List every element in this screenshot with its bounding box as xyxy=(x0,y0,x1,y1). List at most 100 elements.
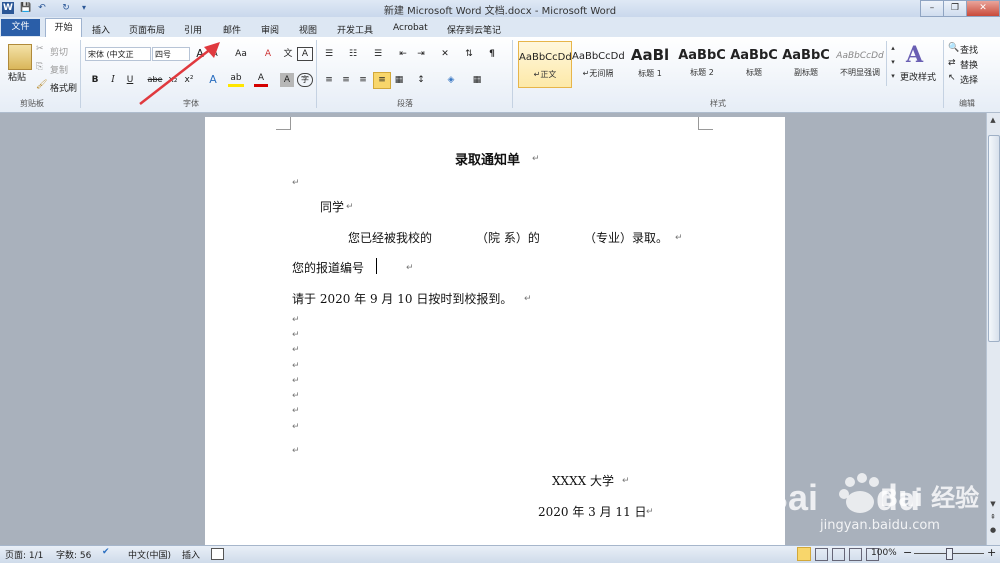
char-shading-button[interactable]: A xyxy=(280,73,294,87)
distributed-icon[interactable]: ▦ xyxy=(392,73,406,87)
format-painter-button[interactable]: 格式刷 xyxy=(50,81,77,94)
para-mark: ↵ xyxy=(675,233,683,243)
page-count[interactable]: 页面: 1/1 xyxy=(5,548,43,561)
decrease-indent-icon[interactable]: ⇤ xyxy=(396,47,410,61)
increase-indent-icon[interactable]: ⇥ xyxy=(414,47,428,61)
tab-developer[interactable]: 开发工具 xyxy=(337,23,373,36)
replace-icon[interactable]: ⇄ xyxy=(948,58,956,68)
outline-view-icon[interactable] xyxy=(849,548,862,561)
prev-page-icon[interactable]: ⇞ xyxy=(988,513,998,523)
bold-button[interactable]: B xyxy=(88,73,102,87)
paragraph-group-label: 段落 xyxy=(397,99,413,108)
copy-icon[interactable]: ⎘ xyxy=(36,62,43,72)
enclose-char-button[interactable]: 字 xyxy=(297,73,313,87)
shading-icon[interactable]: ◈ xyxy=(444,73,458,87)
tab-cloud-notes[interactable]: 保存到云笔记 xyxy=(447,23,501,36)
scroll-down-icon[interactable]: ▼ xyxy=(988,500,998,510)
style-no-spacing[interactable]: AaBbCcDd ↵无间隔 xyxy=(572,41,625,86)
line-spacing-icon[interactable]: ↕ xyxy=(414,73,428,87)
scissors-icon[interactable]: ✂ xyxy=(36,44,44,54)
sort-icon[interactable]: ⇅ xyxy=(462,47,476,61)
find-icon[interactable]: 🔍 xyxy=(948,43,959,53)
style-sample: AaBbCcDd xyxy=(519,52,572,63)
justify-icon[interactable]: ≡ xyxy=(373,72,391,89)
doc-date: 2020 年 3 月 11 日 xyxy=(538,505,647,519)
zoom-level[interactable]: 100% xyxy=(871,548,897,558)
redo-icon[interactable]: ↻ xyxy=(60,2,72,14)
align-left-icon[interactable]: ≡ xyxy=(322,73,336,87)
bullets-icon[interactable]: ☰ xyxy=(322,47,336,61)
show-marks-icon[interactable]: ¶ xyxy=(485,47,499,61)
numbering-icon[interactable]: ☷ xyxy=(346,47,360,61)
borders-icon[interactable]: ▦ xyxy=(470,73,484,87)
cut-button[interactable]: 剪切 xyxy=(50,45,68,58)
align-center-icon[interactable]: ≡ xyxy=(339,73,353,87)
minimize-button[interactable]: – xyxy=(920,0,944,17)
title-bar: 新建 Microsoft Word 文档.docx - Microsoft Wo… xyxy=(0,0,1000,17)
phonetic-guide-button[interactable]: 文 xyxy=(281,47,295,61)
full-screen-view-icon[interactable] xyxy=(815,548,828,561)
zoom-in-button[interactable]: + xyxy=(987,546,996,559)
tab-home[interactable]: 开始 xyxy=(45,18,82,38)
word-logo-icon[interactable]: W xyxy=(2,2,14,14)
find-button[interactable]: 查找 xyxy=(960,43,978,56)
chinese-layout-icon[interactable]: ✕ xyxy=(438,47,452,61)
customize-toolbar-icon[interactable]: ▾ xyxy=(78,2,90,14)
tab-review[interactable]: 审阅 xyxy=(261,23,279,36)
select-button[interactable]: 选择 xyxy=(960,73,978,86)
proofing-icon[interactable]: ✔ xyxy=(102,547,110,557)
font-color-button[interactable]: A xyxy=(254,73,268,87)
doc-line-admitted-3: （专业）录取。 xyxy=(584,231,669,245)
style-sample: AaBbC xyxy=(782,48,830,63)
doc-line-admitted-1: 您已经被我校的 xyxy=(348,231,433,245)
tab-insert[interactable]: 插入 xyxy=(92,23,110,36)
tab-view[interactable]: 视图 xyxy=(299,23,317,36)
change-styles-button[interactable]: 更改样式 xyxy=(900,70,936,83)
print-layout-view-icon[interactable] xyxy=(797,547,811,561)
scroll-up-icon[interactable]: ▲ xyxy=(988,116,998,126)
style-title[interactable]: AaBbC 标题 xyxy=(728,41,780,86)
scroll-thumb[interactable] xyxy=(988,135,1000,342)
restore-button[interactable]: ❐ xyxy=(943,0,967,17)
tab-acrobat[interactable]: Acrobat xyxy=(393,23,428,33)
style-heading-1[interactable]: AaBl 标题 1 xyxy=(624,41,676,86)
replace-button[interactable]: 替换 xyxy=(960,58,978,71)
style-subtitle[interactable]: AaBbC 副标题 xyxy=(780,41,832,86)
tab-mailings[interactable]: 邮件 xyxy=(223,23,241,36)
style-subtle-emphasis[interactable]: AaBbCcDd 不明显强调 xyxy=(834,41,886,86)
web-layout-view-icon[interactable] xyxy=(832,548,845,561)
tab-page-layout[interactable]: 页面布局 xyxy=(129,23,165,36)
copy-button[interactable]: 复制 xyxy=(50,63,68,76)
para-mark: ↵ xyxy=(292,330,300,340)
style-normal[interactable]: AaBbCcDd ↵正文 xyxy=(518,41,572,88)
close-button[interactable]: ✕ xyxy=(966,0,1000,17)
change-case-button[interactable]: Aa xyxy=(232,47,250,61)
styles-scroll-icon[interactable]: ▴ ▾ ▾ xyxy=(886,41,899,86)
format-painter-icon[interactable]: 🖌 xyxy=(36,80,47,90)
multilevel-list-icon[interactable]: ☰ xyxy=(371,47,385,61)
para-mark: ↵ xyxy=(292,315,300,325)
macro-record-icon[interactable] xyxy=(211,548,224,560)
style-heading-2[interactable]: AaBbC 标题 2 xyxy=(676,41,728,86)
paste-icon[interactable] xyxy=(8,44,32,70)
word-count[interactable]: 字数: 56 xyxy=(56,548,91,561)
tab-file[interactable]: 文件 xyxy=(1,19,40,36)
watermark-url: jingyan.baidu.com xyxy=(820,518,940,533)
zoom-out-button[interactable]: − xyxy=(903,546,912,559)
browse-object-icon[interactable]: ● xyxy=(988,526,998,536)
select-icon[interactable]: ↖ xyxy=(948,73,956,83)
save-icon[interactable]: 💾 xyxy=(20,2,32,14)
paste-button[interactable]: 粘贴 xyxy=(8,70,26,83)
language-indicator[interactable]: 中文(中国) xyxy=(128,548,171,561)
clear-format-button[interactable]: A xyxy=(261,47,275,61)
tab-references[interactable]: 引用 xyxy=(184,23,202,36)
insert-mode[interactable]: 插入 xyxy=(182,548,200,561)
change-styles-icon[interactable]: A xyxy=(906,42,923,68)
char-border-button[interactable]: A xyxy=(297,47,313,61)
annotation-arrow xyxy=(139,42,220,105)
italic-button[interactable]: I xyxy=(106,73,120,87)
highlight-button[interactable]: ab xyxy=(228,73,244,87)
undo-icon[interactable]: ↶ xyxy=(36,2,48,14)
align-right-icon[interactable]: ≡ xyxy=(356,73,370,87)
zoom-slider-thumb[interactable] xyxy=(946,548,953,560)
